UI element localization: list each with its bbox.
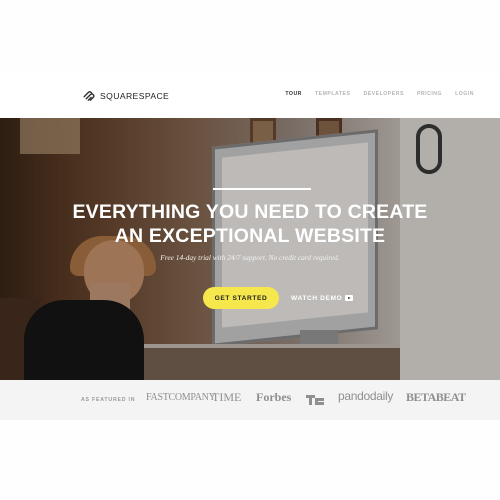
press-logo-time: TIME: [212, 390, 242, 404]
brand-name: SQUARESPACE: [100, 91, 170, 101]
press-logo-techcrunch: TC: [306, 392, 324, 405]
brand-logo[interactable]: SQUARESPACE: [82, 86, 169, 106]
watch-demo-label: WATCH DEMO: [291, 294, 343, 302]
featured-in-bar: AS FEATURED IN FASTCOMPANY TIME Forbes T…: [0, 380, 500, 420]
press-logo-forbes: Forbes: [256, 390, 292, 404]
watch-demo-link[interactable]: WATCH DEMO: [291, 293, 354, 303]
press-logo-pandodaily: pandodaily: [338, 389, 394, 403]
hero-headline: EVERYTHING YOU NEED TO CREATE AN EXCEPTI…: [0, 200, 500, 248]
nav-item-tour[interactable]: TOUR: [285, 91, 302, 97]
press-logo-betabeat: BETABEAT: [406, 390, 466, 404]
headline-line-1: EVERYTHING YOU NEED TO CREATE: [72, 201, 428, 223]
headline-line-2: AN EXCEPTIONAL WEBSITE: [114, 225, 386, 247]
hero-overlay: [0, 118, 500, 380]
nav-item-developers[interactable]: DEVELOPERS: [363, 91, 403, 97]
hero-subtitle: Free 14-day trial with 24/7 support. No …: [160, 253, 340, 262]
top-navbar: SQUARESPACE TOUR TEMPLATES DEVELOPERS PR…: [0, 74, 500, 118]
page: SQUARESPACE TOUR TEMPLATES DEVELOPERS PR…: [0, 0, 500, 500]
press-logo-fastcompany: FASTCOMPANY: [146, 392, 216, 403]
nav-item-login[interactable]: LOGIN: [455, 91, 474, 97]
featured-label: AS FEATURED IN: [81, 397, 136, 403]
nav-item-pricing[interactable]: PRICING: [417, 91, 442, 97]
hero-section: [0, 118, 500, 380]
nav-links: TOUR TEMPLATES DEVELOPERS PRICING LOGIN: [272, 91, 474, 97]
play-icon: [345, 295, 354, 301]
squarespace-logo-icon: [83, 91, 95, 101]
nav-item-templates[interactable]: TEMPLATES: [315, 91, 351, 97]
hero-divider: [213, 188, 311, 190]
get-started-button[interactable]: GET STARTED: [203, 287, 279, 309]
